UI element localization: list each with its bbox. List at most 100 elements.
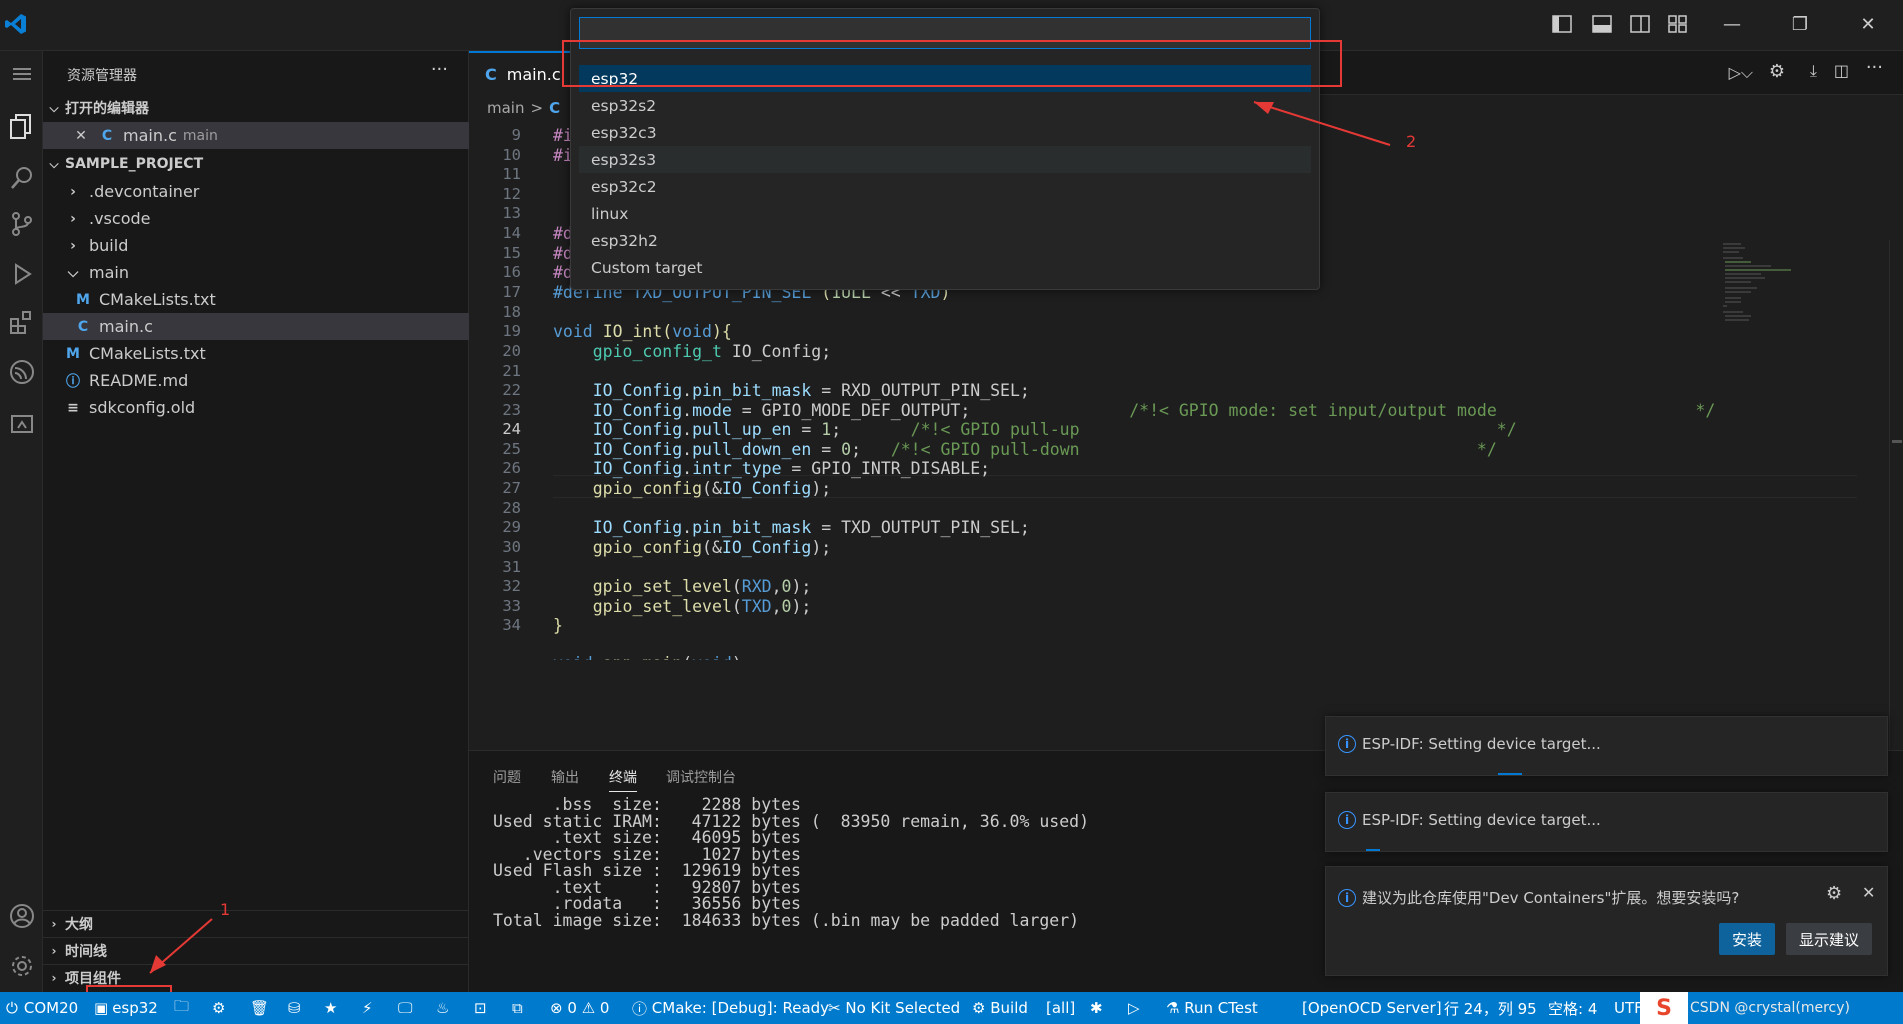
toggle-primary-sidebar-icon[interactable] bbox=[1550, 12, 1574, 36]
editor-scrollbar[interactable] bbox=[1889, 240, 1903, 750]
code-line: gpio_config(&IO_Config); bbox=[592, 538, 832, 557]
progress-indicator bbox=[1498, 773, 1522, 775]
outline-section[interactable]: › 大纲 bbox=[43, 910, 469, 936]
monitor-icon[interactable]: 🖵 bbox=[398, 992, 412, 1024]
ctest-label: Run CTest bbox=[1184, 999, 1258, 1017]
tree-item-readme[interactable]: ⓘ README.md bbox=[43, 367, 469, 394]
target-option-linux[interactable]: linux bbox=[579, 200, 1311, 227]
status-cmake[interactable]: ⓘ CMake: [Debug]: Ready bbox=[632, 992, 829, 1024]
toggle-secondary-sidebar-icon[interactable] bbox=[1628, 12, 1652, 36]
info-icon: i bbox=[1338, 735, 1356, 753]
remote-explorer-icon[interactable] bbox=[0, 401, 43, 447]
customize-layout-icon[interactable] bbox=[1666, 12, 1690, 36]
source-control-icon[interactable] bbox=[0, 201, 43, 247]
line-number: 18 bbox=[502, 303, 521, 321]
tree-item-vscode[interactable]: › .vscode bbox=[43, 205, 469, 232]
flame-icon[interactable]: ♨ bbox=[436, 992, 449, 1024]
menuconfig-gear-icon[interactable]: ⚙ bbox=[212, 992, 225, 1024]
run-project-icon[interactable]: ▷⌵ bbox=[1729, 63, 1753, 83]
explorer-icon[interactable] bbox=[0, 103, 43, 149]
gear-icon[interactable]: ⚙ bbox=[1769, 61, 1785, 82]
close-icon[interactable]: ✕ bbox=[1862, 883, 1875, 902]
trash-icon[interactable]: 🗑 bbox=[250, 992, 269, 1024]
annotation-label-2: 2 bbox=[1406, 132, 1417, 151]
open-editor-item[interactable]: ✕ C main.c main bbox=[43, 122, 469, 149]
tab-output[interactable]: 输出 bbox=[551, 767, 579, 787]
line-number: 30 bbox=[502, 538, 521, 556]
tab-terminal[interactable]: 终端 bbox=[609, 767, 637, 792]
project-section[interactable]: ⌵ SAMPLE_PROJECT bbox=[43, 151, 469, 177]
split-editor-icon[interactable]: ◫ bbox=[1834, 61, 1849, 80]
restore-icon[interactable]: ❐ bbox=[1788, 12, 1812, 36]
tree-item-sdkconfig[interactable]: ≡ sdkconfig.old bbox=[43, 394, 469, 421]
terminal-icon[interactable]: ⊡ bbox=[474, 992, 487, 1024]
line-number: 24 bbox=[502, 420, 521, 438]
more-actions-icon[interactable]: ··· bbox=[431, 59, 448, 80]
status-cursor-position[interactable]: 行 24，列 95 bbox=[1444, 992, 1537, 1024]
status-problems[interactable]: ⊗ 0 ⚠ 0 bbox=[550, 992, 609, 1024]
timeline-label: 时间线 bbox=[65, 943, 107, 960]
c-file-icon[interactable]: C bbox=[549, 99, 560, 117]
run-debug-icon[interactable] bbox=[0, 251, 43, 297]
tree-item-devcontainer[interactable]: › .devcontainer bbox=[43, 178, 469, 205]
status-ctest[interactable]: ⚗ Run CTest bbox=[1166, 992, 1258, 1024]
close-icon[interactable]: ✕ bbox=[71, 128, 91, 144]
accounts-icon[interactable] bbox=[0, 893, 43, 939]
run-icon[interactable]: ▷ bbox=[1128, 992, 1140, 1024]
minimap[interactable] bbox=[1721, 240, 1811, 340]
minimize-icon[interactable]: — bbox=[1720, 12, 1744, 36]
toggle-panel-icon[interactable] bbox=[1590, 12, 1614, 36]
tree-item-main-c[interactable]: Cmain.c bbox=[43, 313, 469, 340]
database-icon[interactable]: ⛁ bbox=[288, 992, 301, 1024]
tree-item-build[interactable]: › build bbox=[43, 232, 469, 259]
status-build[interactable]: ⚙ Build bbox=[972, 992, 1028, 1024]
tree-item-cmakelists[interactable]: M CMakeLists.txt bbox=[43, 340, 469, 367]
tree-item-main-cmakelists[interactable]: M CMakeLists.txt bbox=[43, 286, 469, 313]
menu-icon[interactable] bbox=[0, 51, 43, 97]
sogou-ime-logo: S bbox=[1640, 992, 1688, 1024]
status-openocd[interactable]: [OpenOCD Server] bbox=[1302, 992, 1442, 1024]
more-actions-icon[interactable]: ··· bbox=[1866, 57, 1883, 78]
search-icon[interactable] bbox=[0, 155, 43, 201]
open-editors-section[interactable]: ⌵ 打开的编辑器 bbox=[43, 95, 469, 121]
esp-idf-icon[interactable] bbox=[0, 349, 43, 395]
debug-bug-icon[interactable]: ✱ bbox=[1090, 992, 1103, 1024]
target-option-esp32h2[interactable]: esp32h2 bbox=[579, 227, 1311, 254]
show-recommendations-button[interactable]: 显示建议 bbox=[1786, 923, 1872, 955]
tree-item-main-folder[interactable]: ⌵ main bbox=[43, 259, 469, 286]
settings-gear-icon[interactable] bbox=[0, 943, 43, 989]
install-button[interactable]: 安装 bbox=[1719, 923, 1775, 955]
target-option-esp32c3[interactable]: esp32c3 bbox=[579, 119, 1311, 146]
status-encoding[interactable]: UTF bbox=[1614, 992, 1643, 1024]
tab-debug-console[interactable]: 调试控制台 bbox=[666, 767, 736, 787]
target-option-esp32s2[interactable]: esp32s2 bbox=[579, 92, 1311, 119]
target-option-custom[interactable]: Custom target bbox=[579, 254, 1311, 281]
gear-icon: ⚙ bbox=[972, 999, 986, 1017]
download-icon[interactable]: ⤓ bbox=[1810, 61, 1817, 81]
target-option-esp32c2[interactable]: esp32c2 bbox=[579, 173, 1311, 200]
tab-problems[interactable]: 问题 bbox=[493, 767, 521, 787]
extensions-icon[interactable] bbox=[0, 299, 43, 345]
tools-icon: ✂ bbox=[828, 999, 841, 1017]
flash-icon[interactable]: ⚡ bbox=[362, 992, 373, 1024]
status-port[interactable]: ⏻ COM20 bbox=[6, 992, 78, 1024]
gear-icon[interactable]: ⚙ bbox=[1826, 883, 1842, 904]
timeline-section[interactable]: › 时间线 bbox=[43, 937, 469, 963]
notification-dev-containers: i 建议为此仓库使用"Dev Containers"扩展。想要安装吗? ⚙ ✕ 安… bbox=[1325, 866, 1888, 976]
target-option-esp32s3[interactable]: esp32s3 bbox=[579, 146, 1311, 173]
status-target[interactable]: ▣ esp32 bbox=[94, 992, 158, 1024]
close-window-icon[interactable]: ✕ bbox=[1856, 12, 1880, 36]
status-build-target[interactable]: [all] bbox=[1046, 992, 1075, 1024]
notification-text: 建议为此仓库使用"Dev Containers"扩展。想要安装吗? bbox=[1362, 889, 1740, 907]
status-indentation[interactable]: 空格: 4 bbox=[1548, 992, 1597, 1024]
open-folder-icon[interactable]: 🗀 bbox=[174, 992, 189, 1024]
breadcrumb-folder[interactable]: main bbox=[487, 99, 524, 117]
chevron-right-icon: › bbox=[51, 943, 57, 958]
chevron-right-icon: › bbox=[51, 970, 57, 985]
annotation-arrow-2 bbox=[1253, 101, 1391, 146]
tree-label: CMakeLists.txt bbox=[99, 290, 216, 309]
star-icon[interactable]: ★ bbox=[324, 992, 337, 1024]
status-kit[interactable]: ✂ No Kit Selected bbox=[828, 992, 960, 1024]
run-box-icon[interactable]: ⧉ bbox=[512, 992, 523, 1024]
line-number: 31 bbox=[502, 558, 521, 576]
